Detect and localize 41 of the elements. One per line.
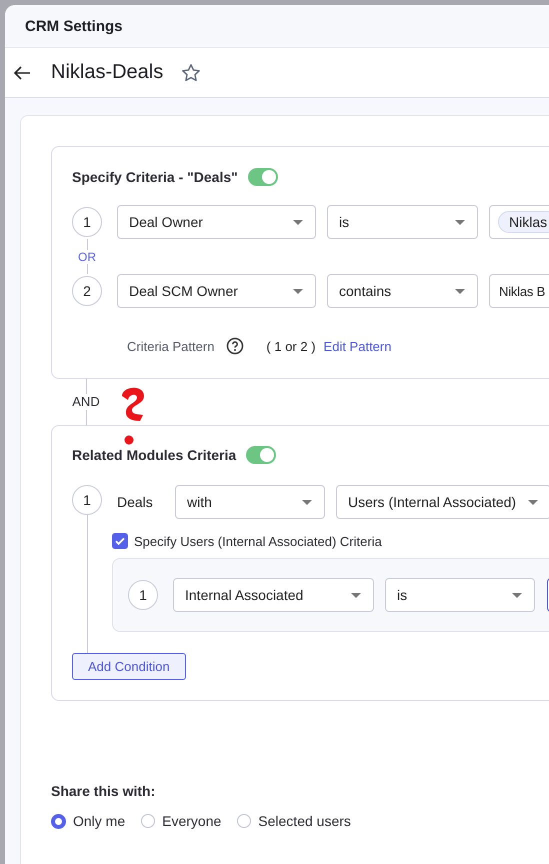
share-label: Share this with: — [51, 783, 156, 799]
field-dropdown[interactable]: Deal SCM Owner — [117, 274, 316, 308]
condition-number: 1 — [72, 207, 102, 237]
back-arrow-icon[interactable] — [13, 66, 31, 80]
operator-dropdown[interactable]: contains — [327, 274, 478, 308]
star-icon[interactable] — [181, 62, 202, 82]
criteria-pattern: ( 1 or 2 ) — [266, 338, 316, 354]
radio-label: Only me — [73, 813, 126, 829]
radio-button[interactable] — [51, 814, 66, 828]
checkmark-icon — [114, 535, 126, 547]
field-dropdown[interactable]: Deal Owner — [117, 205, 316, 239]
condition-number: 1 — [72, 485, 102, 515]
section-title: Related Modules Criteria — [72, 447, 236, 463]
value-field[interactable]: Niklas B — [489, 274, 549, 308]
value-field[interactable]: Niklas — [489, 205, 549, 239]
add-condition-button[interactable]: Add Condition — [72, 653, 186, 680]
relation-dropdown[interactable]: with — [175, 485, 325, 519]
connector-label: OR — [78, 250, 96, 264]
field-dropdown[interactable]: Internal Associated — [173, 578, 374, 612]
module-label: Deals — [117, 494, 154, 510]
radio-button[interactable] — [237, 814, 252, 828]
radio-label: Everyone — [162, 813, 222, 829]
toggle-switch[interactable] — [246, 446, 276, 464]
page-title: Niklas-Deals — [51, 61, 164, 84]
toggle-switch[interactable] — [248, 168, 278, 186]
checkbox-label: Specify Users (Internal Associated) Criteria — [134, 534, 382, 548]
help-icon[interactable] — [226, 337, 244, 355]
radio-button[interactable] — [141, 814, 156, 828]
window-title: CRM Settings — [25, 18, 122, 34]
edit-pattern-link[interactable]: Edit Pattern — [324, 338, 392, 354]
radio-label: Selected users — [258, 813, 351, 829]
checkbox[interactable] — [112, 533, 128, 549]
connector-label: AND — [72, 394, 100, 410]
module-dropdown[interactable]: Users (Internal Associated) — [336, 485, 549, 519]
section-title: Specify Criteria - "Deals" — [72, 169, 238, 185]
criteria-pattern-label: Criteria Pattern — [127, 338, 214, 354]
user-chip: Niklas — [498, 211, 549, 233]
condition-number: 1 — [128, 580, 158, 610]
operator-dropdown[interactable]: is — [385, 578, 535, 612]
condition-number: 2 — [72, 276, 102, 306]
operator-dropdown[interactable]: is — [327, 205, 478, 239]
